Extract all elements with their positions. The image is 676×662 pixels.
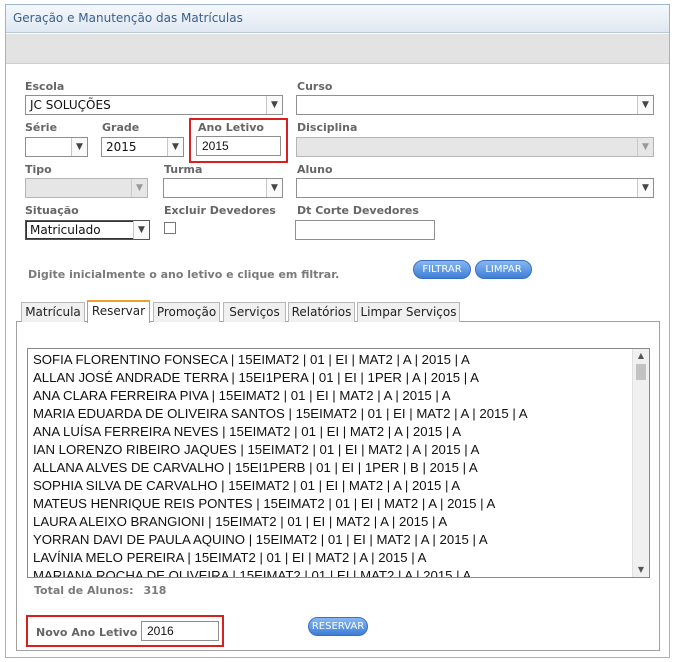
situacao-label: Situação: [25, 204, 79, 217]
chevron-down-icon[interactable]: ▼: [131, 179, 147, 197]
aluno-select[interactable]: ▼: [296, 178, 654, 198]
ano-letivo-label: Ano Letivo: [198, 121, 264, 134]
disciplina-label: Disciplina: [297, 121, 358, 134]
excluir-devedores-label: Excluir Devedores: [164, 204, 276, 217]
turma-label: Turma: [164, 163, 203, 176]
total-label: Total de Alunos:: [34, 584, 134, 597]
limpar-button[interactable]: LIMPAR: [475, 260, 532, 279]
student-listbox[interactable]: SOFIA FLORENTINO FONSECA | 15EIMAT2 | 01…: [27, 348, 650, 578]
escola-select[interactable]: JC SOLUÇÕES ▼: [25, 95, 283, 115]
serie-select[interactable]: ▼: [25, 137, 88, 157]
tab-matricula[interactable]: Matrícula: [21, 302, 85, 322]
escola-value: JC SOLUÇÕES: [30, 98, 111, 112]
turma-select[interactable]: ▼: [163, 178, 283, 198]
hint-text: Digite inicialmente o ano letivo e cliqu…: [28, 268, 340, 281]
list-item[interactable]: MATEUS HENRIQUE REIS PONTES | 15EIMAT2 |…: [33, 496, 495, 511]
ano-letivo-input[interactable]: [196, 136, 281, 156]
grade-value: 2015: [106, 140, 137, 154]
list-item[interactable]: ANA CLARA FERREIRA PIVA | 15EIMAT2 | 01 …: [33, 388, 451, 403]
list-item[interactable]: SOFIA FLORENTINO FONSECA | 15EIMAT2 | 01…: [33, 352, 470, 367]
serie-label: Série: [25, 121, 58, 134]
tab-servicos[interactable]: Serviços: [223, 302, 286, 322]
tipo-label: Tipo: [25, 163, 52, 176]
total-alunos: Total de Alunos: 318: [34, 584, 166, 597]
disciplina-select[interactable]: ▼: [296, 137, 654, 157]
scroll-thumb[interactable]: [636, 364, 646, 380]
curso-select[interactable]: ▼: [296, 95, 654, 115]
dt-corte-label: Dt Corte Devedores: [297, 204, 419, 217]
list-item[interactable]: ALLANA ALVES DE CARVALHO | 15EI1PERB | 0…: [33, 460, 478, 475]
escola-label: Escola: [25, 80, 65, 93]
list-item[interactable]: IAN LORENZO RIBEIRO JAQUES | 15EIMAT2 | …: [33, 442, 479, 457]
chevron-down-icon[interactable]: ▼: [133, 221, 149, 239]
chevron-down-icon[interactable]: ▼: [637, 96, 653, 114]
list-item[interactable]: YORRAN DAVI DE PAULA AQUINO | 15EIMAT2 |…: [33, 532, 488, 547]
list-item[interactable]: ANA LUÍSA FERREIRA NEVES | 15EIMAT2 | 01…: [33, 424, 461, 439]
filtrar-button[interactable]: FILTRAR: [413, 260, 471, 279]
scroll-up-icon[interactable]: ▲: [633, 349, 649, 363]
tipo-select[interactable]: ▼: [25, 178, 148, 198]
scroll-down-icon[interactable]: ▼: [633, 563, 649, 577]
list-item[interactable]: MARIA EDUARDA DE OLIVEIRA SANTOS | 15EIM…: [33, 406, 528, 421]
chevron-down-icon[interactable]: ▼: [266, 96, 282, 114]
chevron-down-icon[interactable]: ▼: [71, 138, 87, 156]
tab-reservar[interactable]: Reservar: [87, 300, 150, 323]
grade-select[interactable]: 2015 ▼: [101, 137, 184, 157]
tab-relatorios[interactable]: Relatórios: [288, 302, 355, 322]
dt-corte-input[interactable]: [295, 220, 435, 240]
toolbar: [6, 34, 669, 64]
tab-limpar-servicos[interactable]: Limpar Serviços: [357, 302, 460, 322]
chevron-down-icon[interactable]: ▼: [167, 138, 183, 156]
novo-ano-label: Novo Ano Letivo: [36, 626, 138, 639]
title-bar: Geração e Manutenção das Matrículas: [6, 5, 669, 33]
list-item[interactable]: LAURA ALEIXO BRANGIONI | 15EIMAT2 | 01 |…: [33, 514, 447, 529]
list-item[interactable]: MARIANA ROCHA DE OLIVEIRA | 15EIMAT2 | 0…: [33, 568, 471, 577]
chevron-down-icon[interactable]: ▼: [637, 138, 653, 156]
list-item[interactable]: ALLAN JOSÉ ANDRADE TERRA | 15EI1PERA | 0…: [33, 370, 479, 385]
aluno-label: Aluno: [297, 163, 333, 176]
grade-label: Grade: [102, 121, 140, 134]
tab-promocao[interactable]: Promoção: [153, 302, 220, 322]
chevron-down-icon[interactable]: ▼: [637, 179, 653, 197]
situacao-select[interactable]: Matriculado ▼: [25, 220, 150, 240]
chevron-down-icon[interactable]: ▼: [266, 179, 282, 197]
situacao-value: Matriculado: [30, 223, 101, 237]
list-item[interactable]: SOPHIA SILVA DE CARVALHO | 15EIMAT2 | 01…: [33, 478, 460, 493]
list-scrollbar[interactable]: ▲ ▼: [632, 349, 649, 577]
excluir-devedores-checkbox[interactable]: [164, 222, 176, 234]
reservar-button[interactable]: RESERVAR: [308, 617, 368, 636]
list-item[interactable]: LAVÍNIA MELO PEREIRA | 15EIMAT2 | 01 | E…: [33, 550, 426, 565]
window-title: Geração e Manutenção das Matrículas: [13, 11, 243, 25]
total-value: 318: [143, 584, 167, 597]
curso-label: Curso: [297, 80, 333, 93]
novo-ano-input[interactable]: [141, 621, 219, 641]
